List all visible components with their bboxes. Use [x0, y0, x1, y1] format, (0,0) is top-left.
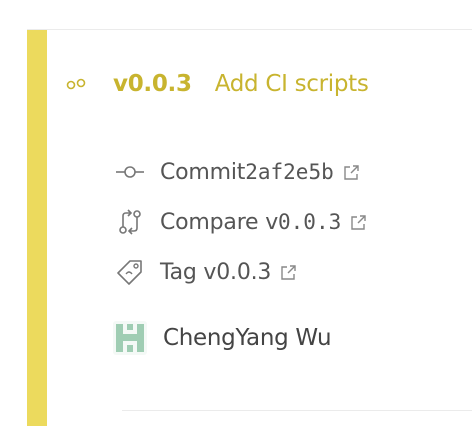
tag-icon — [115, 257, 145, 287]
release-meta-list: Commit 2af2e5b Compare v 0.0.3 Tag v0.0.… — [115, 147, 367, 297]
release-dots-icon — [65, 76, 95, 92]
commit-link[interactable]: Commit 2af2e5b — [115, 147, 367, 197]
commit-label[interactable]: Commit — [160, 160, 245, 185]
release-version[interactable]: v0.0.3 — [113, 71, 192, 97]
release-card: v0.0.3 Add CI scripts Commit 2af2e5b Com… — [27, 29, 472, 426]
external-link-icon[interactable] — [280, 264, 297, 281]
release-accent-bar — [27, 30, 47, 426]
identicon-avatar[interactable] — [113, 321, 147, 355]
compare-label[interactable]: Compare v — [160, 210, 278, 235]
commit-hash[interactable]: 2af2e5b — [245, 160, 334, 184]
release-title[interactable]: Add CI scripts — [215, 71, 369, 97]
author-name[interactable]: ChengYang Wu — [163, 325, 332, 351]
external-link-icon[interactable] — [350, 214, 367, 231]
release-author[interactable]: ChengYang Wu — [113, 320, 332, 356]
compare-link[interactable]: Compare v 0.0.3 — [115, 197, 367, 247]
bottom-divider — [122, 410, 472, 411]
tag-label[interactable]: Tag v0.0.3 — [160, 260, 271, 285]
external-link-icon[interactable] — [343, 164, 360, 181]
compare-version[interactable]: 0.0.3 — [278, 210, 341, 234]
tag-link[interactable]: Tag v0.0.3 — [115, 247, 367, 297]
compare-icon — [115, 207, 145, 237]
release-header: v0.0.3 Add CI scripts — [65, 68, 369, 100]
page: v0.0.3 Add CI scripts Commit 2af2e5b Com… — [0, 0, 472, 426]
commit-icon — [115, 157, 145, 187]
